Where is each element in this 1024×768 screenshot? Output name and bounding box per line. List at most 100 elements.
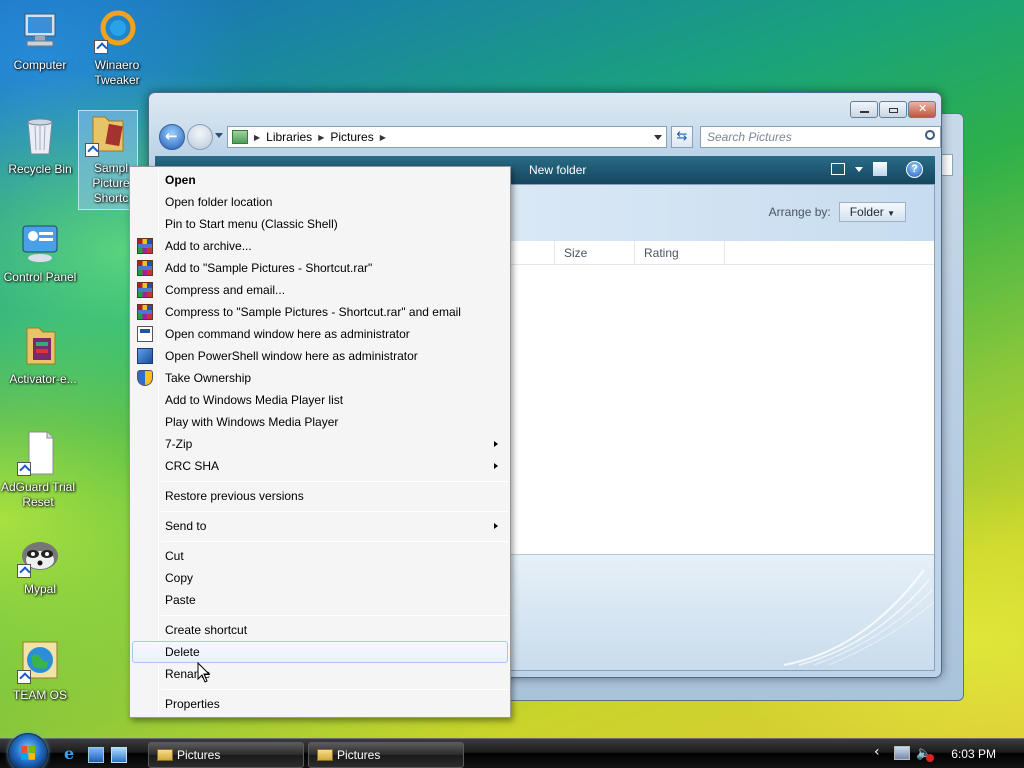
menu-item-open[interactable]: Open — [132, 169, 508, 191]
taskbar-button-pictures[interactable]: Pictures — [308, 742, 464, 768]
taskbar: e Pictures Pictures ‹ 🔈 6:03 PM — [0, 733, 1024, 768]
winrar-icon — [137, 238, 153, 254]
desktop-icon-control-panel[interactable]: Control Panel — [0, 220, 80, 285]
menu-item-add-to-archive[interactable]: Add to archive... — [132, 235, 508, 257]
recent-pages-dropdown-icon[interactable] — [215, 133, 223, 138]
desktop-icon-label: Recycle Bin — [8, 162, 72, 176]
menu-item-label: Open — [165, 173, 196, 187]
switch-windows-icon[interactable] — [111, 747, 127, 763]
menu-item-label: Open command window here as administrato… — [165, 327, 410, 341]
menu-separator — [161, 541, 508, 542]
desktop-icon-mypal[interactable]: Mypal — [0, 532, 80, 597]
menu-item-compress-and-email[interactable]: Compress and email... — [132, 279, 508, 301]
desktop-icon-activator[interactable]: Activator-e... — [0, 322, 80, 387]
menu-item-label: Delete — [165, 645, 200, 659]
refresh-button[interactable]: ⇆ — [671, 126, 693, 148]
menu-item-cut[interactable]: Cut — [132, 545, 508, 567]
breadcrumb-libraries[interactable]: Libraries — [266, 130, 312, 144]
show-desktop-icon[interactable] — [88, 747, 104, 763]
menu-item-copy[interactable]: Copy — [132, 567, 508, 589]
arrange-by-dropdown[interactable]: Folder ▼ — [838, 202, 906, 222]
menu-item-label: Add to "Sample Pictures - Shortcut.rar" — [165, 261, 373, 275]
menu-item-open-folder-location[interactable]: Open folder location — [132, 191, 508, 213]
folder-icon — [317, 749, 333, 761]
show-hidden-icons-icon[interactable]: ‹ — [874, 744, 880, 760]
help-icon[interactable]: ? — [906, 161, 923, 178]
menu-item-paste[interactable]: Paste — [132, 589, 508, 611]
powershell-icon — [137, 348, 153, 364]
desktop-icon-recycle-bin[interactable]: Recycle Bin — [0, 112, 80, 177]
minimize-button[interactable] — [850, 101, 878, 118]
shortcut-arrow-icon — [17, 462, 31, 476]
menu-item-label: Paste — [165, 593, 196, 607]
menu-item-open-powershell-admin[interactable]: Open PowerShell window here as administr… — [132, 345, 508, 367]
address-bar[interactable]: ▶ Libraries ▶ Pictures ▶ — [227, 126, 667, 148]
notification-area: ‹ 🔈 6:03 PM — [864, 739, 1024, 768]
menu-separator — [161, 511, 508, 512]
menu-item-send-to[interactable]: Send to — [132, 515, 508, 537]
desktop-icon-adguard-trial-reset[interactable]: AdGuard Trial Reset — [0, 430, 80, 510]
desktop-icon-label: Computer — [13, 58, 67, 72]
column-header-rating[interactable]: Rating — [644, 246, 679, 260]
menu-item-pin-to-start[interactable]: Pin to Start menu (Classic Shell) — [132, 213, 508, 235]
desktop-icon-label: Winaero Tweaker — [94, 58, 140, 87]
network-icon[interactable] — [894, 746, 910, 760]
menu-item-open-command-window-admin[interactable]: Open command window here as administrato… — [132, 323, 508, 345]
column-divider[interactable] — [554, 241, 555, 265]
search-icon[interactable] — [925, 130, 935, 140]
folder-shortcut-icon — [85, 111, 131, 157]
breadcrumb-separator-icon[interactable]: ▶ — [254, 133, 260, 142]
menu-item-restore-previous-versions[interactable]: Restore previous versions — [132, 485, 508, 507]
back-button[interactable] — [159, 124, 185, 150]
internet-explorer-icon[interactable]: e — [64, 746, 80, 763]
search-input[interactable]: Search Pictures — [700, 126, 941, 148]
menu-item-rename[interactable]: Rename — [132, 663, 508, 685]
view-options-dropdown-icon[interactable] — [855, 167, 863, 172]
menu-item-label: Play with Windows Media Player — [165, 415, 339, 429]
change-view-icon[interactable] — [831, 163, 845, 175]
decorative-swoosh — [783, 569, 934, 666]
menu-item-label: Take Ownership — [165, 371, 252, 385]
menu-item-label: 7-Zip — [165, 437, 193, 451]
menu-item-create-shortcut[interactable]: Create shortcut — [132, 619, 508, 641]
raccoon-icon — [17, 532, 63, 578]
new-folder-button[interactable]: New folder — [529, 163, 586, 177]
breadcrumb-separator-icon[interactable]: ▶ — [318, 133, 324, 142]
menu-separator — [161, 481, 508, 482]
menu-item-take-ownership[interactable]: Take Ownership — [132, 367, 508, 389]
submenu-arrow-icon — [494, 523, 498, 529]
menu-item-properties[interactable]: Properties — [132, 693, 508, 715]
maximize-button[interactable] — [879, 101, 907, 118]
maximize-icon — [889, 108, 898, 113]
column-divider[interactable] — [634, 241, 635, 265]
breadcrumb-pictures[interactable]: Pictures — [330, 130, 373, 144]
volume-muted-icon[interactable]: 🔈 — [916, 746, 934, 762]
desktop-icon-winaero[interactable]: Winaero Tweaker — [77, 8, 157, 88]
menu-item-crc-sha[interactable]: CRC SHA — [132, 455, 508, 477]
breadcrumb-separator-icon[interactable]: ▶ — [380, 133, 386, 142]
column-header-size[interactable]: Size — [564, 246, 587, 260]
menu-item-label: Add to Windows Media Player list — [165, 393, 344, 407]
menu-item-compress-to-rar-and-email[interactable]: Compress to "Sample Pictures - Shortcut.… — [132, 301, 508, 323]
taskbar-button-pictures[interactable]: Pictures — [148, 742, 304, 768]
menu-item-7zip[interactable]: 7-Zip — [132, 433, 508, 455]
menu-item-play-with-wmp[interactable]: Play with Windows Media Player — [132, 411, 508, 433]
menu-item-add-to-wmp-list[interactable]: Add to Windows Media Player list — [132, 389, 508, 411]
winrar-icon — [137, 304, 153, 320]
start-button[interactable] — [8, 733, 48, 768]
menu-item-delete[interactable]: Delete — [132, 641, 508, 663]
clock[interactable]: 6:03 PM — [951, 747, 996, 761]
desktop-icon-label: Control Panel — [3, 270, 77, 284]
desktop-icon-team-os[interactable]: TEAM OS — [0, 638, 80, 703]
close-button[interactable]: ✕ — [908, 101, 936, 118]
menu-separator — [161, 689, 508, 690]
column-divider[interactable] — [724, 241, 725, 265]
preview-pane-icon[interactable] — [873, 162, 887, 176]
address-dropdown-icon[interactable] — [654, 135, 662, 140]
taskbar-button-label: Pictures — [177, 748, 221, 762]
menu-item-label: Properties — [165, 697, 220, 711]
desktop-icon-computer[interactable]: Computer — [0, 8, 80, 73]
menu-item-add-to-rar[interactable]: Add to "Sample Pictures - Shortcut.rar" — [132, 257, 508, 279]
forward-button[interactable] — [187, 124, 213, 150]
taskbar-button-label: Pictures — [337, 748, 381, 762]
